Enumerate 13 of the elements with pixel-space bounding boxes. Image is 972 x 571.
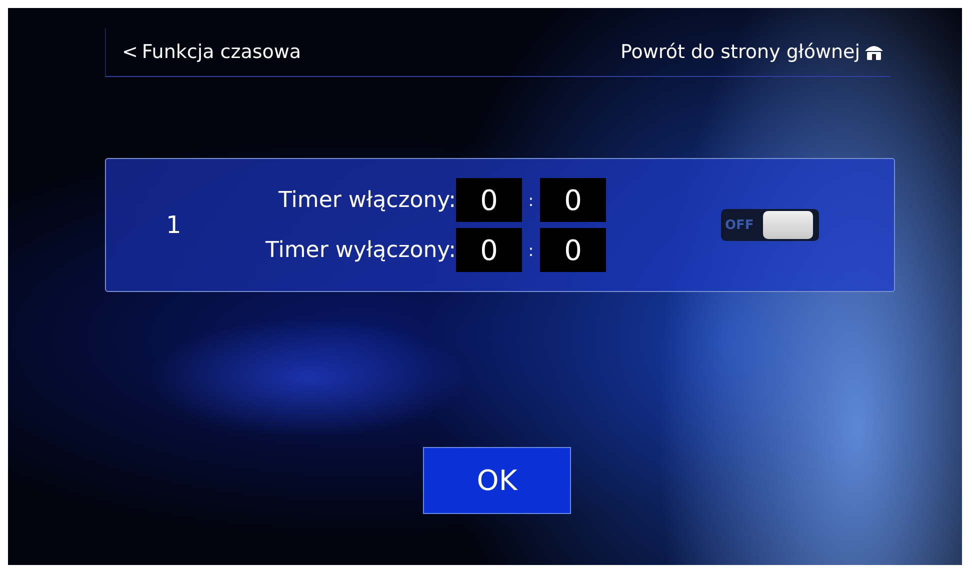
back-link[interactable]: < Funkcja czasowa bbox=[122, 41, 302, 63]
ok-button[interactable]: OK bbox=[423, 447, 571, 514]
timer-on-label: Timer włączony: bbox=[278, 188, 456, 212]
hour-field[interactable]: 0 bbox=[456, 178, 522, 222]
hour-field[interactable]: 0 bbox=[456, 228, 522, 272]
home-icon bbox=[864, 43, 884, 61]
timer-off-label: Timer wyłączony: bbox=[264, 238, 456, 262]
timer-number: 1 bbox=[166, 211, 182, 239]
minute-field[interactable]: 0 bbox=[540, 228, 606, 272]
home-link[interactable]: Powrót do strony głównej bbox=[620, 41, 884, 63]
minute-field[interactable]: 0 bbox=[540, 178, 606, 222]
time-separator: : bbox=[527, 240, 535, 260]
time-separator: : bbox=[527, 190, 535, 210]
